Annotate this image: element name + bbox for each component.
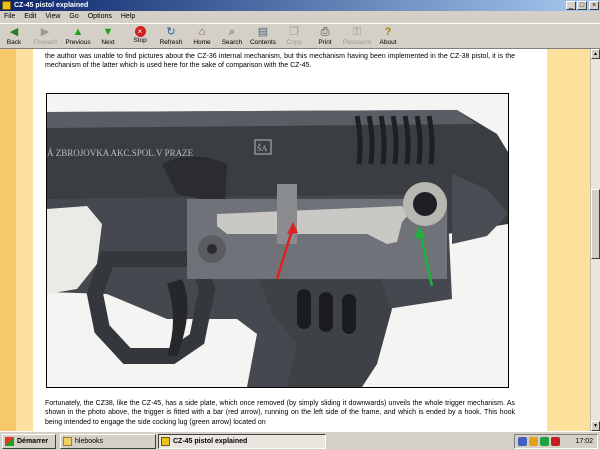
app-icon [161, 437, 170, 446]
search-label: Search [221, 39, 243, 46]
forward-arrow-icon: ▶ [40, 26, 50, 38]
close-button[interactable]: × [589, 1, 599, 10]
copy-button[interactable]: ❐ Copy [284, 25, 304, 49]
folder-icon [63, 437, 72, 446]
security-icon[interactable] [540, 437, 549, 446]
slide-logo: ŠA [257, 144, 267, 153]
taskbar: Démarrer hlebooks CZ-45 pistol explained… [0, 431, 600, 450]
question-icon: ? [384, 26, 392, 38]
toolbar: ◀ Back ▶ Forward ▲ Previous ▼ Next × Sto… [0, 23, 600, 49]
stop-button[interactable]: × Stop [128, 25, 152, 49]
scroll-up-button[interactable]: ▲ [591, 49, 600, 59]
pistol-mechanism-image: Á ZBROJOVKA AKC.SPOL.V PRAZE ŠA [47, 94, 508, 387]
refresh-button[interactable]: ↻ Refresh [157, 25, 185, 49]
pistol-photo: Á ZBROJOVKA AKC.SPOL.V PRAZE ŠA [46, 93, 509, 388]
task-cz45[interactable]: CZ-45 pistol explained [158, 434, 326, 449]
clock[interactable]: 17:02 [575, 435, 593, 448]
network-icon[interactable] [518, 437, 527, 446]
search-icon: ⌕ [228, 26, 236, 38]
up-arrow-icon: ▲ [72, 26, 84, 38]
previous-label: Previous [65, 39, 91, 46]
task-cz45-label: CZ-45 pistol explained [173, 438, 248, 445]
forward-button[interactable]: ▶ Forward [30, 25, 60, 49]
scroll-thumb[interactable] [591, 189, 600, 259]
copy-label: Copy [286, 39, 302, 46]
forward-label: Forward [33, 39, 57, 46]
task-hlebooks[interactable]: hlebooks [60, 434, 156, 449]
antivirus-icon[interactable] [551, 437, 560, 446]
menu-edit[interactable]: Edit [20, 11, 41, 23]
menu-file[interactable]: File [0, 11, 20, 23]
paragraph-explanation: Fortunately, the CZ38, like the CZ-45, h… [45, 400, 515, 426]
start-button[interactable]: Démarrer [2, 434, 56, 449]
contents-label: Contents [249, 39, 277, 46]
search-button[interactable]: ⌕ Search [220, 25, 244, 49]
title-bar[interactable]: CZ-45 pistol explained _ □ × [0, 0, 600, 11]
paragraph-intro: the author was unable to find pictures a… [45, 53, 515, 70]
previous-button[interactable]: ▲ Previous [62, 25, 94, 49]
home-button[interactable]: ⌂ Home [191, 25, 213, 49]
copy-icon: ❐ [289, 26, 299, 38]
key-icon: ⚿ [352, 26, 362, 38]
contents-icon: ▤ [257, 26, 269, 38]
back-button[interactable]: ◀ Back [2, 25, 26, 49]
scroll-down-button[interactable]: ▼ [591, 421, 600, 431]
menu-bar: File Edit View Go Options Help [0, 11, 600, 23]
home-label: Home [193, 39, 211, 46]
menu-options[interactable]: Options [84, 11, 117, 23]
print-label: Print [318, 39, 332, 46]
home-icon: ⌂ [198, 26, 206, 38]
start-label: Démarrer [17, 438, 49, 445]
system-tray: 17:02 [514, 434, 598, 449]
about-label: About [379, 39, 397, 46]
down-arrow-icon: ▼ [102, 26, 114, 38]
window-title: CZ-45 pistol explained [14, 2, 89, 9]
password-label: Password [342, 39, 372, 46]
printer-icon: ⎙ [320, 26, 330, 38]
refresh-label: Refresh [159, 39, 183, 46]
stop-label: Stop [133, 37, 147, 44]
about-button[interactable]: ? About [376, 25, 400, 49]
slide-inscription: Á ZBROJOVKA AKC.SPOL.V PRAZE [47, 148, 194, 158]
minimize-button[interactable]: _ [566, 1, 576, 10]
right-margin-strip [547, 49, 590, 431]
content-area: the author was unable to find pictures a… [0, 49, 590, 431]
next-button[interactable]: ▼ Next [96, 25, 120, 49]
back-label: Back [6, 39, 22, 46]
menu-view[interactable]: View [41, 11, 65, 23]
refresh-icon: ↻ [166, 26, 176, 38]
browser-window: CZ-45 pistol explained _ □ × File Edit V… [0, 0, 600, 431]
page-body: the author was unable to find pictures a… [33, 49, 547, 431]
menu-help[interactable]: Help [117, 11, 140, 23]
left-margin-strip [0, 49, 16, 431]
menu-go[interactable]: Go [65, 11, 83, 23]
windows-logo-icon [5, 437, 14, 446]
update-icon[interactable] [529, 437, 538, 446]
password-button[interactable]: ⚿ Password [340, 25, 374, 49]
stop-icon: × [134, 26, 146, 37]
next-label: Next [101, 39, 115, 46]
vertical-scrollbar[interactable]: ▲ ▼ [590, 49, 600, 431]
app-icon [2, 1, 11, 10]
maximize-button[interactable]: □ [577, 1, 587, 10]
back-arrow-icon: ◀ [9, 26, 19, 38]
contents-button[interactable]: ▤ Contents [248, 25, 278, 49]
task-hlebooks-label: hlebooks [75, 438, 104, 445]
print-button[interactable]: ⎙ Print [314, 25, 336, 49]
